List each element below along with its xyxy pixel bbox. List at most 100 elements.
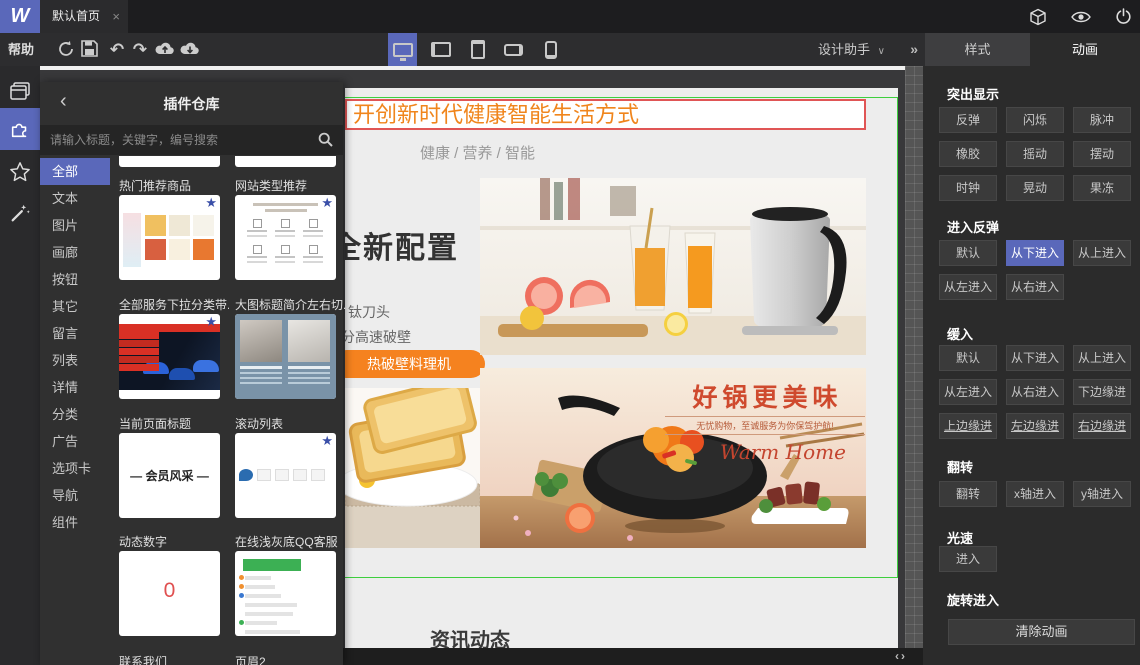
anim-easein-bottom-edge[interactable]: 下边缘进 — [1073, 379, 1131, 405]
hero-cta-button[interactable]: 热破壁料理机 — [345, 350, 485, 378]
anim-easein-up[interactable]: 从下进入 — [1006, 345, 1064, 371]
cloud-upload-icon[interactable] — [155, 40, 175, 60]
category-gallery[interactable]: 画廊 — [40, 239, 110, 266]
anim-easein-right[interactable]: 从右进入 — [1006, 379, 1064, 405]
sidebar-item-pages[interactable] — [0, 70, 40, 112]
anim-wobble[interactable]: 晃动 — [1006, 175, 1064, 201]
device-tablet-landscape-button[interactable] — [426, 33, 455, 66]
category-nav[interactable]: 导航 — [40, 482, 110, 509]
preview-eye-icon[interactable] — [1071, 10, 1091, 24]
anim-bouncein-default[interactable]: 默认 — [939, 240, 997, 266]
device-desktop-button[interactable] — [388, 33, 417, 66]
anim-clock[interactable]: 时钟 — [939, 175, 997, 201]
anim-lightspeed-in[interactable]: 进入 — [939, 546, 997, 572]
plugin-card-hot-products[interactable]: ★ — [119, 195, 220, 280]
category-detail[interactable]: 详情 — [40, 374, 110, 401]
category-other[interactable]: 其它 — [40, 293, 110, 320]
anim-flash[interactable]: 闪烁 — [1006, 107, 1064, 133]
tab-style[interactable]: 样式 — [925, 33, 1030, 66]
anim-bouncein-down[interactable]: 从上进入 — [1073, 240, 1131, 266]
anim-jelly[interactable]: 果冻 — [1073, 175, 1131, 201]
category-button[interactable]: 按钮 — [40, 266, 110, 293]
device-phone-landscape-button[interactable] — [499, 33, 528, 66]
tablet-landscape-icon — [430, 42, 451, 57]
collapse-panel-icon[interactable]: » — [910, 33, 918, 66]
category-list-item[interactable]: 列表 — [40, 347, 110, 374]
plugin-card-image-slider[interactable] — [235, 314, 336, 399]
category-ad[interactable]: 广告 — [40, 428, 110, 455]
help-menu[interactable]: 帮助 — [8, 33, 34, 66]
anim-rubber[interactable]: 橡胶 — [939, 141, 997, 167]
plugin-card-scroll-list[interactable]: ★ — [235, 433, 336, 518]
section-heading-ease-in: 缓入 — [947, 327, 974, 342]
anim-easein-left[interactable]: 从左进入 — [939, 379, 997, 405]
search-icon[interactable] — [318, 132, 333, 152]
components-cube-icon[interactable] — [1029, 8, 1047, 26]
animation-panel: 突出显示 反弹 闪烁 脉冲 橡胶 摇动 摆动 时钟 晃动 果冻 进入反弹 默认 … — [923, 66, 1140, 665]
plugin-card-qq-service[interactable] — [235, 551, 336, 636]
selected-title-element[interactable]: 开创新时代健康智能生活方式 — [345, 99, 866, 130]
plugin-label: 页眉2 — [235, 655, 266, 665]
sidebar-item-tools[interactable] — [0, 192, 40, 234]
tab-close-icon[interactable]: × — [112, 0, 120, 33]
plugin-label: 大图标题简介左右切... — [235, 298, 345, 312]
sidebar-item-favorites[interactable] — [0, 150, 40, 192]
anim-easein-down[interactable]: 从上进入 — [1073, 345, 1131, 371]
anim-bouncein-left[interactable]: 从左进入 — [939, 274, 997, 300]
chevron-down-icon: ∨ — [877, 46, 885, 57]
anim-swing[interactable]: 摆动 — [1073, 141, 1131, 167]
redo-icon[interactable]: ↷ — [130, 40, 150, 60]
anim-bouncein-up[interactable]: 从下进入 — [1006, 240, 1064, 266]
category-image[interactable]: 图片 — [40, 212, 110, 239]
category-text[interactable]: 文本 — [40, 185, 110, 212]
plugin-card-dropdown-category[interactable]: ★ — [119, 314, 220, 399]
device-tablet-portrait-button[interactable] — [463, 33, 492, 66]
anim-easein-default[interactable]: 默认 — [939, 345, 997, 371]
anim-flip-y[interactable]: y轴进入 — [1073, 481, 1131, 507]
tab-animation[interactable]: 动画 — [1030, 33, 1140, 66]
search-input[interactable] — [40, 125, 310, 155]
save-icon[interactable] — [81, 40, 101, 60]
anim-easein-right-edge[interactable]: 右边缘进 — [1073, 413, 1131, 439]
anim-flip[interactable]: 翻转 — [939, 481, 997, 507]
power-icon[interactable] — [1115, 8, 1132, 25]
device-phone-portrait-button[interactable] — [536, 33, 565, 66]
anim-bouncein-right[interactable]: 从右进入 — [1006, 274, 1064, 300]
hero-line-2: 分高速破壁 — [345, 329, 411, 345]
page-canvas[interactable]: 开创新时代健康智能生活方式 健康 / 营养 / 智能 全新配置 钛刀头 分高速破… — [345, 88, 898, 648]
category-component[interactable]: 组件 — [40, 509, 110, 536]
star-badge-icon: ★ — [321, 195, 333, 210]
magic-wand-icon — [11, 204, 30, 222]
anim-easein-top-edge[interactable]: 上边缘进 — [939, 413, 997, 439]
design-assistant-label: 设计助手 — [818, 42, 871, 57]
category-classify[interactable]: 分类 — [40, 401, 110, 428]
hero-line-1: 钛刀头 — [348, 304, 390, 320]
anim-easein-left-edge[interactable]: 左边缘进 — [1006, 413, 1064, 439]
plugin-card-partial[interactable] — [235, 156, 336, 167]
anim-pulse[interactable]: 脉冲 — [1073, 107, 1131, 133]
sidebar-item-plugins[interactable] — [0, 108, 40, 150]
clear-animation-button[interactable]: 清除动画 — [948, 619, 1135, 645]
category-tabs[interactable]: 选项卡 — [40, 455, 110, 482]
plugin-card-dynamic-number[interactable]: 0 — [119, 551, 220, 636]
anim-shake[interactable]: 摇动 — [1006, 141, 1064, 167]
canvas-hscrollbar[interactable] — [40, 66, 905, 70]
design-assistant-dropdown[interactable]: 设计助手 ∨ — [818, 33, 885, 66]
undo-icon[interactable]: ↶ — [107, 40, 127, 60]
anim-flip-x[interactable]: x轴进入 — [1006, 481, 1064, 507]
puzzle-icon — [11, 123, 27, 138]
plugin-card-page-title[interactable]: — 会员风采 — — [119, 433, 220, 518]
code-view-icon[interactable]: ‹› — [895, 648, 907, 665]
plugin-label: 当前页面标题 — [119, 417, 192, 431]
cloud-download-icon[interactable] — [180, 40, 200, 60]
category-all[interactable]: 全部 — [40, 158, 110, 185]
plugin-card-site-types[interactable]: ★ — [235, 195, 336, 280]
refresh-icon[interactable] — [57, 40, 77, 60]
plugin-card-partial[interactable] — [119, 156, 220, 167]
desktop-icon — [392, 42, 413, 61]
category-message[interactable]: 留言 — [40, 320, 110, 347]
canvas-vscrollbar[interactable] — [905, 66, 923, 648]
anim-bounce[interactable]: 反弹 — [939, 107, 997, 133]
star-badge-icon: ★ — [321, 433, 333, 448]
page-tab[interactable]: 默认首页 × — [40, 0, 128, 33]
